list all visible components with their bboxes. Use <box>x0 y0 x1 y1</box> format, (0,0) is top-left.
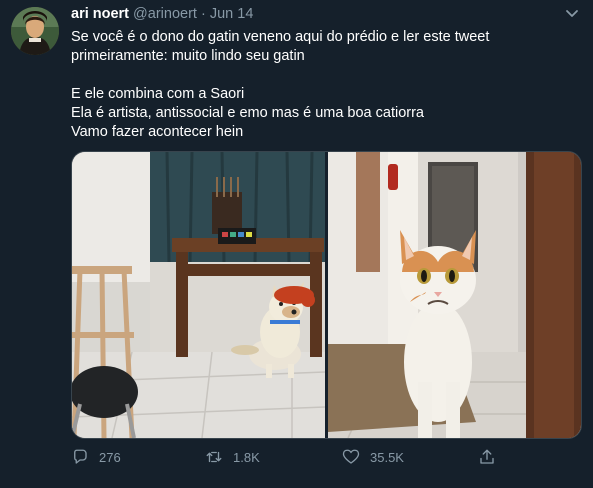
tweet-text-line: Vamo fazer acontecer hein <box>71 124 244 140</box>
retweet-count: 1.8K <box>233 449 260 465</box>
tweet-text-line: Ela é artista, antissocial e emo mas é u… <box>71 105 424 121</box>
like-count: 35.5K <box>370 449 404 465</box>
heart-icon <box>342 449 360 464</box>
avatar-portrait-image <box>11 7 59 55</box>
separator: · <box>200 6 206 22</box>
avatar[interactable] <box>11 7 59 55</box>
handle[interactable]: @arinoert <box>133 6 197 22</box>
display-name[interactable]: ari noert <box>71 6 129 22</box>
tweet-header: ari noert @arinoert · Jun 14 <box>71 6 553 26</box>
share-button[interactable] <box>478 448 496 466</box>
retweet-button[interactable]: 1.8K <box>205 448 260 466</box>
tweet[interactable]: ari noert @arinoert · Jun 14 Se você é o… <box>0 0 593 488</box>
reply-count: 276 <box>99 449 121 465</box>
tweet-text: Se você é o dono do gatin veneno aqui do… <box>71 28 571 142</box>
reply-icon <box>74 449 87 464</box>
tweet-text-line: primeiramente: muito lindo seu gatin <box>71 48 305 64</box>
reply-button[interactable]: 276 <box>71 448 121 466</box>
tweet-text-line: E ele combina com a Saori <box>71 86 245 102</box>
tweet-text-line: Se você é o dono do gatin veneno aqui do… <box>71 29 490 45</box>
photo-cat[interactable] <box>328 152 581 438</box>
retweet-icon <box>206 451 222 463</box>
media-grid[interactable] <box>71 151 582 439</box>
chevron-down-icon[interactable] <box>565 9 579 19</box>
tweet-actions: 276 1.8K 35.5K <box>71 448 551 468</box>
photo-dog[interactable] <box>72 152 325 438</box>
timestamp[interactable]: Jun 14 <box>210 6 254 22</box>
share-icon <box>480 449 494 464</box>
like-button[interactable]: 35.5K <box>342 448 404 466</box>
